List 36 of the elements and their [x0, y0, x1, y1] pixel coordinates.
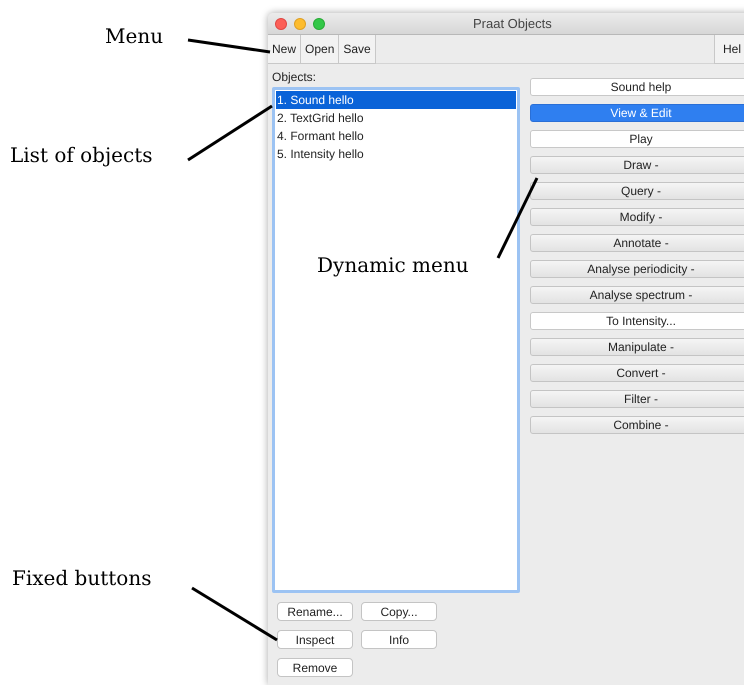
objects-label: Objects:: [272, 71, 318, 83]
menu-button[interactable]: Save: [339, 35, 376, 64]
zoom-icon[interactable]: [313, 18, 325, 30]
object-item[interactable]: 2. TextGrid hello: [276, 109, 516, 127]
dynamic-menu-button[interactable]: Combine -: [530, 416, 744, 434]
fixed-button[interactable]: Rename...: [277, 602, 353, 621]
fixed-button[interactable]: Inspect: [277, 630, 353, 649]
dynamic-menu-button[interactable]: Modify -: [530, 208, 744, 226]
annotation-label: Fixed buttons: [12, 565, 152, 592]
dynamic-menu-button[interactable]: View & Edit: [530, 104, 744, 122]
dynamic-menu-button[interactable]: Analyse periodicity -: [530, 260, 744, 278]
dynamic-menu-button[interactable]: Convert -: [530, 364, 744, 382]
object-item[interactable]: 4. Formant hello: [276, 127, 516, 145]
dynamic-menu-button[interactable]: Sound help: [530, 78, 744, 96]
annotation-label: Dynamic menu: [317, 252, 469, 279]
menu-button[interactable]: New: [268, 35, 302, 64]
help-menu-button[interactable]: Hel: [714, 35, 744, 64]
dynamic-menu-button[interactable]: Play: [530, 130, 744, 148]
fixed-button[interactable]: Remove: [277, 658, 353, 677]
dynamic-menu-button[interactable]: Manipulate -: [530, 338, 744, 356]
object-item[interactable]: 1. Sound hello: [276, 91, 516, 109]
fixed-button[interactable]: Copy...: [361, 602, 437, 621]
dynamic-menu-button[interactable]: Annotate -: [530, 234, 744, 252]
minimize-icon[interactable]: [294, 18, 306, 30]
dynamic-menu-button[interactable]: Analyse spectrum -: [530, 286, 744, 304]
window-title: Praat Objects: [473, 14, 552, 33]
fixed-button[interactable]: Info: [361, 630, 437, 649]
dynamic-menu-button[interactable]: Draw -: [530, 156, 744, 174]
dynamic-menu-button[interactable]: To Intensity...: [530, 312, 744, 330]
dynamic-menu-button[interactable]: Filter -: [530, 390, 744, 408]
annotation-label: Menu: [105, 23, 164, 50]
annotation-label: List of objects: [10, 142, 153, 169]
dynamic-menu-button[interactable]: Query -: [530, 182, 744, 200]
close-icon[interactable]: [275, 18, 287, 30]
object-item[interactable]: 5. Intensity hello: [276, 145, 516, 163]
menu-button[interactable]: Open: [301, 35, 340, 64]
